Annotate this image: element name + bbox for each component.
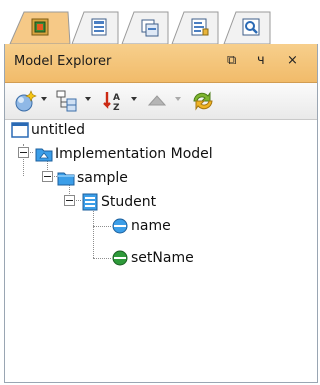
project-icon (11, 122, 29, 138)
new-element-dropdown-icon[interactable] (41, 97, 47, 101)
panel-toolbar: A Z (5, 83, 317, 120)
panel-header: Model Explorer ⧉ ч × (5, 44, 317, 83)
diagram-icon (91, 18, 107, 36)
sort-az-icon[interactable]: A Z (101, 89, 125, 113)
tree-node-label: sample (77, 170, 128, 186)
search-icon (242, 18, 260, 36)
tree-node-label: Student (101, 194, 157, 210)
tab-class-repository[interactable] (120, 10, 170, 46)
pin-icon[interactable]: ч (257, 53, 265, 68)
restore-icon[interactable]: ⧉ (227, 53, 236, 68)
tree-node-model[interactable]: Implementation Model (35, 144, 213, 164)
folder-tree-icon (31, 18, 49, 36)
tree-node-operation[interactable]: setName (111, 248, 194, 268)
tree-node-package[interactable]: sample (57, 168, 128, 188)
up-arrow-icon[interactable] (145, 89, 169, 113)
operation-icon (112, 250, 128, 266)
collapse-toggle-icon[interactable] (18, 147, 29, 158)
collapse-toggle-icon[interactable] (64, 195, 75, 206)
model-icon (35, 148, 53, 162)
tree-connector (93, 258, 111, 259)
refresh-icon[interactable] (191, 89, 215, 113)
tab-search[interactable] (222, 10, 272, 46)
close-icon[interactable]: × (287, 53, 298, 68)
navigate-dropdown-icon[interactable] (175, 97, 181, 101)
tree-node-label: setName (131, 250, 194, 266)
svg-text:A: A (113, 93, 120, 103)
panel-tab-strip (0, 0, 318, 44)
panel-title: Model Explorer (14, 54, 112, 69)
tab-model-explorer[interactable] (8, 10, 72, 46)
sort-dropdown-icon[interactable] (131, 97, 137, 101)
collapse-toggle-icon[interactable] (42, 171, 53, 182)
svg-text:Z: Z (113, 103, 120, 113)
tree-node-label: name (131, 218, 171, 234)
tree-node-attribute[interactable]: name (111, 216, 171, 236)
tab-property[interactable] (170, 10, 220, 46)
model-explorer-panel: Model Explorer ⧉ ч × A Z untitled Implem… (4, 44, 318, 383)
tree-view-icon[interactable] (55, 89, 79, 113)
attribute-icon (112, 218, 128, 234)
tree-node-label: untitled (31, 122, 86, 138)
package-icon (57, 172, 75, 186)
class-icon (82, 193, 98, 211)
tree-node-project[interactable]: untitled (11, 120, 85, 140)
tree-node-label: Implementation Model (55, 146, 213, 162)
tree-connector (93, 226, 111, 227)
model-tree: untitled Implementation Model sample Stu… (5, 120, 317, 380)
tab-diagram-navigator[interactable] (70, 10, 120, 46)
sparkle-sphere-icon[interactable] (13, 89, 37, 113)
view-options-dropdown-icon[interactable] (85, 97, 91, 101)
tree-node-class[interactable]: Student (81, 192, 156, 212)
property-icon (191, 18, 209, 36)
tree-connector (93, 208, 94, 258)
